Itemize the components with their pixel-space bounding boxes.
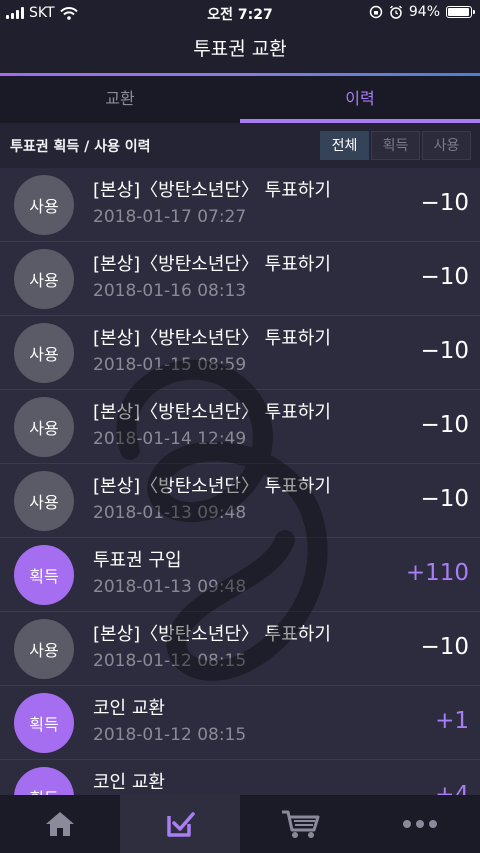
- history-title: [본상]〈방탄소년단〉 투표하기: [93, 476, 331, 497]
- gain-badge: 획득: [14, 545, 74, 605]
- history-title: [본상]〈방탄소년단〉 투표하기: [93, 328, 331, 349]
- history-amount: +4: [435, 782, 469, 795]
- history-amount: −10: [420, 634, 469, 660]
- tab-exchange[interactable]: 교환: [0, 76, 240, 123]
- tab-bar: 교환 이력: [0, 76, 480, 123]
- cart-icon: [282, 810, 320, 838]
- history-amount: +110: [405, 560, 469, 586]
- use-badge: 사용: [14, 249, 74, 309]
- home-icon: [46, 812, 74, 836]
- use-badge: 사용: [14, 397, 74, 457]
- history-title: 투표권 구입: [93, 550, 182, 571]
- history-title: 코인 교환: [93, 698, 165, 719]
- battery-icon: [446, 6, 475, 18]
- history-title: [본상]〈방탄소년단〉 투표하기: [93, 254, 331, 275]
- history-amount: +1: [435, 708, 469, 734]
- alarm-icon: [389, 5, 402, 19]
- history-row[interactable]: 획득 코인 교환 2018-01-12 08:15 +1: [0, 686, 480, 760]
- history-title: [본상]〈방탄소년단〉 투표하기: [93, 402, 331, 423]
- nav-home[interactable]: [0, 795, 120, 853]
- history-date: 2018-01-15 08:59: [93, 355, 247, 375]
- vote-check-icon: [167, 812, 195, 837]
- nav-vote[interactable]: [120, 795, 240, 853]
- nav-shop[interactable]: [240, 795, 360, 853]
- filter-title: 투표권 획득 / 사용 이력: [10, 139, 151, 155]
- tab-history[interactable]: 이력: [240, 76, 480, 123]
- battery-percent: 94%: [408, 4, 440, 20]
- history-title: [본상]〈방탄소년단〉 투표하기: [93, 180, 331, 201]
- history-list[interactable]: 사용 [본상]〈방탄소년단〉 투표하기 2018-01-17 07:27 −10…: [0, 168, 480, 795]
- history-amount: −10: [420, 190, 469, 216]
- status-bar: SKT 오전 7:27 94%: [0, 0, 480, 26]
- filter-segmented-control: 전체 획득 사용: [320, 131, 471, 160]
- filter-use-button[interactable]: 사용: [422, 131, 471, 160]
- history-date: 2018-01-13 09:48: [93, 577, 247, 597]
- history-date: 2018-01-17 07:27: [93, 207, 247, 227]
- use-badge: 사용: [14, 323, 74, 383]
- history-row[interactable]: 획득 코인 교환 +4: [0, 760, 480, 795]
- history-row[interactable]: 획득 투표권 구입 2018-01-13 09:48 +110: [0, 538, 480, 612]
- more-icon: [403, 820, 437, 828]
- bottom-nav: [0, 795, 480, 853]
- history-row[interactable]: 사용 [본상]〈방탄소년단〉 투표하기 2018-01-14 12:49 −10: [0, 390, 480, 464]
- history-amount: −10: [420, 412, 469, 438]
- page-title: 투표권 교환: [0, 26, 480, 73]
- gain-badge: 획득: [14, 693, 74, 753]
- history-row[interactable]: 사용 [본상]〈방탄소년단〉 투표하기 2018-01-16 08:13 −10: [0, 242, 480, 316]
- history-date: 2018-01-14 12:49: [93, 429, 247, 449]
- use-badge: 사용: [14, 619, 74, 679]
- history-title: [본상]〈방탄소년단〉 투표하기: [93, 624, 331, 645]
- history-row[interactable]: 사용 [본상]〈방탄소년단〉 투표하기 2018-01-13 09:48 −10: [0, 464, 480, 538]
- filter-bar: 투표권 획득 / 사용 이력 전체 획득 사용: [0, 123, 480, 168]
- history-date: 2018-01-12 08:15: [93, 651, 247, 671]
- use-badge: 사용: [14, 471, 74, 531]
- history-amount: −10: [420, 486, 469, 512]
- history-row[interactable]: 사용 [본상]〈방탄소년단〉 투표하기 2018-01-15 08:59 −10: [0, 316, 480, 390]
- filter-gain-button[interactable]: 획득: [371, 131, 420, 160]
- history-date: 2018-01-13 09:48: [93, 503, 247, 523]
- nav-more[interactable]: [360, 795, 480, 853]
- history-row[interactable]: 사용 [본상]〈방탄소년단〉 투표하기 2018-01-17 07:27 −10: [0, 168, 480, 242]
- history-row[interactable]: 사용 [본상]〈방탄소년단〉 투표하기 2018-01-12 08:15 −10: [0, 612, 480, 686]
- history-amount: −10: [420, 264, 469, 290]
- use-badge: 사용: [14, 175, 74, 235]
- gain-badge: 획득: [14, 767, 74, 795]
- history-title: 코인 교환: [93, 772, 165, 793]
- history-date: 2018-01-12 08:15: [93, 725, 247, 745]
- filter-all-button[interactable]: 전체: [320, 131, 369, 160]
- history-amount: −10: [420, 338, 469, 364]
- rotation-lock-icon: [369, 5, 383, 19]
- history-date: 2018-01-16 08:13: [93, 281, 247, 301]
